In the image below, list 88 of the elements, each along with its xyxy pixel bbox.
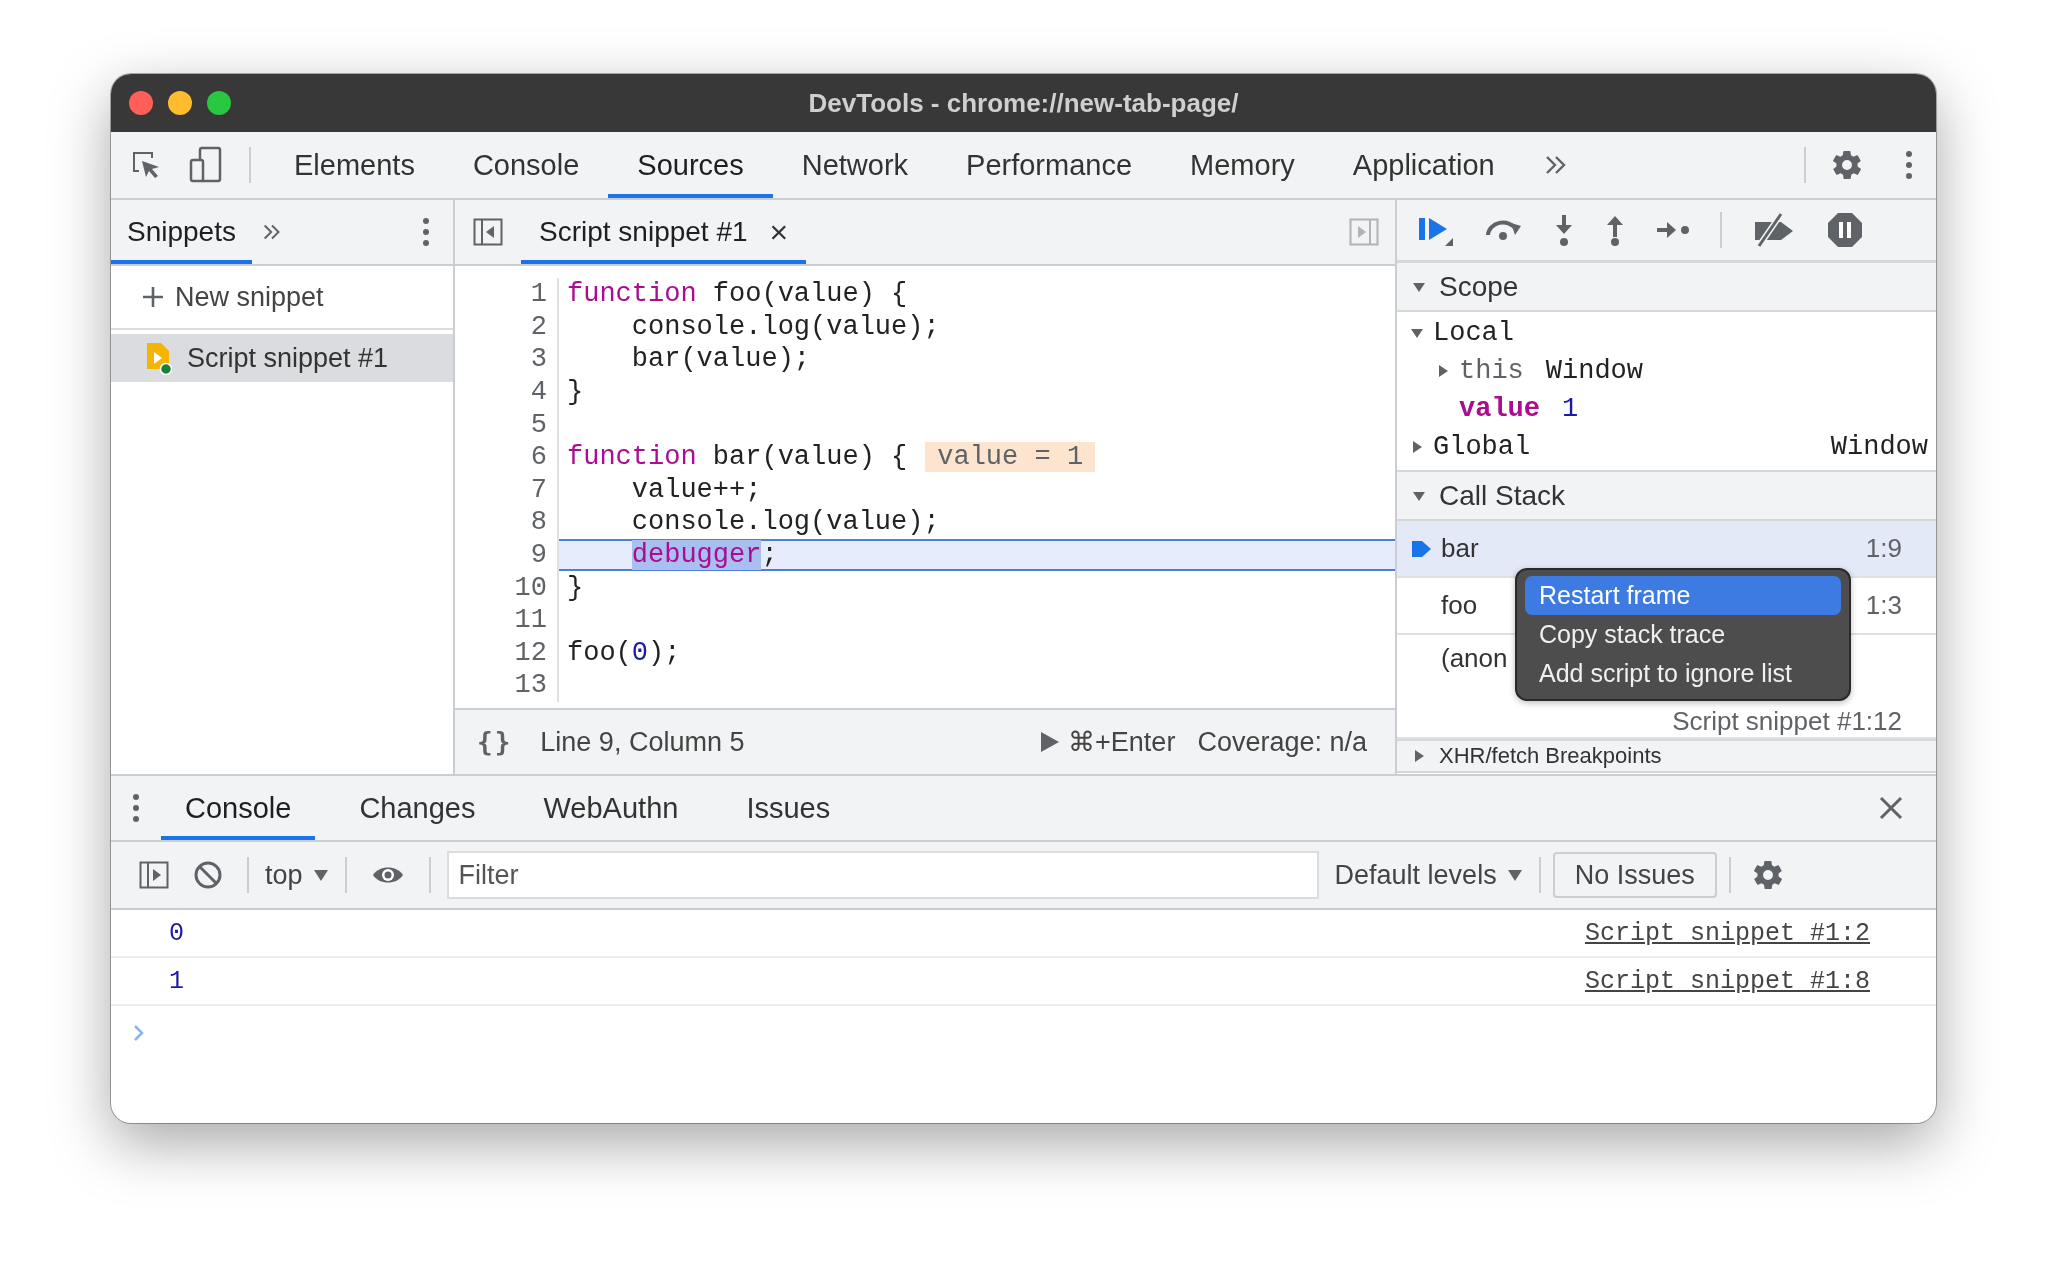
line-number: 13 xyxy=(455,669,559,702)
step-icon[interactable] xyxy=(1655,219,1691,241)
console-value: 0 xyxy=(169,918,184,948)
pause-on-exceptions-icon[interactable] xyxy=(1826,211,1864,249)
line-number: 10 xyxy=(455,571,559,604)
context-selector[interactable]: top xyxy=(261,859,333,891)
device-toolbar-icon[interactable] xyxy=(189,146,223,184)
cursor-position: Line 9, Column 5 xyxy=(540,726,745,758)
dropdown-arrow-icon xyxy=(312,868,329,882)
panel-tab[interactable]: Elements xyxy=(265,132,444,198)
drawer-tab[interactable]: WebAuthn xyxy=(519,776,703,840)
console-value: 1 xyxy=(169,966,184,996)
toggle-debugger-icon[interactable] xyxy=(1349,218,1379,246)
settings-icon[interactable] xyxy=(1830,148,1864,182)
line-number: 8 xyxy=(455,506,559,539)
menu-item[interactable]: Add script to ignore list xyxy=(1525,654,1841,693)
inline-value: value = 1 xyxy=(925,442,1096,473)
drawer-tab[interactable]: Issues xyxy=(722,776,855,840)
frame-location: Script snippet #1:12 xyxy=(1671,706,1902,737)
function-name: (anon xyxy=(1441,643,1508,674)
line-number: 4 xyxy=(455,375,559,409)
property-name: value xyxy=(1459,394,1540,424)
call-stack-section-header[interactable]: Call Stack xyxy=(1397,472,1936,521)
code-line: } xyxy=(567,377,584,408)
plus-icon xyxy=(141,285,165,309)
property-name: this xyxy=(1459,356,1524,386)
scope-section-header[interactable]: Scope xyxy=(1397,263,1936,312)
more-options-icon[interactable] xyxy=(421,215,431,249)
panel-tab[interactable]: Network xyxy=(772,132,938,198)
code-line: console.log(value); xyxy=(630,507,940,538)
code-line: foo(0); xyxy=(567,637,681,668)
log-levels-dropdown[interactable]: Default levels xyxy=(1330,859,1527,891)
scope-group[interactable]: Global Window xyxy=(1397,428,1936,466)
more-options-icon[interactable] xyxy=(1904,148,1914,182)
frame-location: 1:9 xyxy=(1865,533,1902,564)
source-link[interactable]: Script snippet #1:2 xyxy=(1584,918,1870,948)
panel-tab[interactable]: Memory xyxy=(1161,132,1324,198)
snippet-item[interactable]: Script snippet #1 xyxy=(111,334,453,382)
panel-tab[interactable]: Application xyxy=(1323,132,1524,198)
snippet-file-icon xyxy=(145,341,173,375)
property-value: Window xyxy=(1545,356,1644,386)
menu-item[interactable]: Restart frame xyxy=(1525,576,1841,615)
issues-button[interactable]: No Issues xyxy=(1552,852,1717,898)
line-number: 7 xyxy=(455,473,559,507)
code-line: bar(value); xyxy=(630,344,811,375)
line-number: 3 xyxy=(455,343,559,376)
line-number: 11 xyxy=(455,603,559,637)
more-tabs-icon[interactable] xyxy=(1543,154,1568,176)
close-tab-button[interactable]: × xyxy=(769,213,789,251)
coverage-status: Coverage: n/a xyxy=(1197,726,1367,758)
function-name: bar xyxy=(1441,533,1479,564)
step-into-icon[interactable] xyxy=(1553,213,1575,247)
pretty-print-button[interactable]: {} xyxy=(477,727,513,757)
line-number: 6 xyxy=(455,440,559,474)
close-window-button[interactable] xyxy=(129,91,153,115)
more-options-icon[interactable] xyxy=(131,791,141,825)
minimize-window-button[interactable] xyxy=(168,91,192,115)
menu-item[interactable]: Copy stack trace xyxy=(1525,615,1841,654)
code-line: function bar(value) { xyxy=(567,442,908,473)
code-line: console.log(value); xyxy=(630,311,940,342)
code-line: function foo(value) { xyxy=(567,279,908,310)
window-title: DevTools - chrome://new-tab-page/ xyxy=(808,87,1239,119)
dropdown-arrow-icon xyxy=(1506,868,1523,882)
clear-console-icon[interactable] xyxy=(193,860,223,890)
toggle-sidebar-icon[interactable] xyxy=(139,861,169,889)
close-icon[interactable] xyxy=(1878,795,1904,821)
new-snippet-button[interactable]: New snippet xyxy=(111,266,453,330)
toggle-navigator-icon[interactable] xyxy=(473,218,503,246)
filter-field[interactable]: Filter xyxy=(446,851,1319,899)
zoom-window-button[interactable] xyxy=(207,91,231,115)
drawer-tab[interactable]: Changes xyxy=(335,776,500,840)
code-line: value++; xyxy=(630,474,762,505)
more-tabs-icon[interactable] xyxy=(261,223,282,241)
line-number: 1 xyxy=(455,278,559,311)
source-link[interactable]: Script snippet #1:8 xyxy=(1584,966,1870,996)
line-number: 2 xyxy=(455,310,559,344)
play-icon xyxy=(1040,731,1061,753)
panel-tab[interactable]: Console xyxy=(443,132,609,198)
function-name: foo xyxy=(1441,590,1478,621)
frame-location: 1:3 xyxy=(1865,590,1902,621)
xhr-breakpoints-section-header[interactable]: XHR/fetch Breakpoints xyxy=(1397,739,1936,773)
property-value: 1 xyxy=(1562,394,1579,424)
code-line: } xyxy=(567,572,584,603)
run-snippet-button[interactable]: ⌘+Enter xyxy=(1040,726,1176,758)
panel-tab[interactable]: Performance xyxy=(937,132,1162,198)
line-number: 12 xyxy=(455,636,559,670)
scope-group[interactable]: Local xyxy=(1397,314,1936,352)
line-number: 5 xyxy=(455,408,559,441)
